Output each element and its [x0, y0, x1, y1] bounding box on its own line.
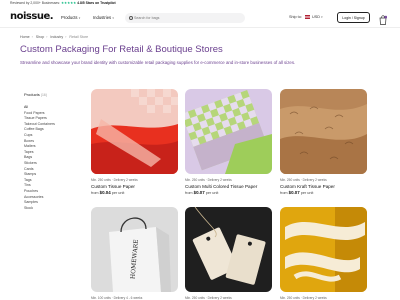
site-header: noissue. Products ▾ Industries ▾ Search … — [0, 7, 400, 28]
product-image-bag[interactable]: HOMEWARE — [91, 207, 178, 292]
price-unit: per unit — [300, 191, 314, 196]
chevron-down-icon: ▾ — [112, 16, 114, 20]
nav-products[interactable]: Products ▾ — [61, 15, 80, 20]
trust-prefix: Reviewed by 2,000+ Businesses: — [10, 1, 61, 5]
price-prefix: from — [91, 191, 99, 196]
product-price: from $0.04 per unit — [91, 190, 178, 195]
trust-bar: Reviewed by 2,000+ Businesses: ★★★★★ 4.8… — [0, 0, 400, 7]
price-value: $0.07 — [193, 190, 205, 196]
product-card[interactable]: HOMEWARE Min. 100 units · Delivery 4 - 6… — [91, 207, 178, 300]
breadcrumb-home[interactable]: Home — [20, 35, 30, 39]
product-meta: Min. 100 units · Delivery 4 - 6 weeks — [91, 296, 143, 300]
product-card[interactable]: Min. 250 units · Delivery 2 weeks Custom… — [91, 89, 178, 195]
product-image-multicolor-tissue[interactable] — [185, 89, 272, 174]
page-description: Streamline and showcase your brand ident… — [20, 60, 296, 65]
category-sidebar: Products (16) All Food Papers Tissue Pap… — [24, 92, 79, 211]
product-card[interactable]: Min. 250 units · Delivery 2 weeks — [185, 207, 272, 300]
price-value: $0.04 — [99, 190, 111, 196]
nav-industries[interactable]: Industries ▾ — [93, 15, 114, 20]
trust-rating[interactable]: 4.8/5 Stars on Trustpilot — [77, 1, 115, 5]
ship-to-label: Ship to: — [289, 15, 302, 19]
search-icon — [129, 15, 133, 20]
search-placeholder: Search for bags — [134, 16, 160, 20]
nav-industries-label: Industries — [93, 15, 112, 20]
cart-icon[interactable] — [379, 12, 388, 25]
product-price: from $0.07 per unit — [185, 190, 272, 195]
trust-stars: ★★★★★ — [61, 1, 77, 5]
price-prefix: from — [280, 191, 288, 196]
search-input[interactable]: Search for bags — [125, 13, 245, 23]
price-prefix: from — [185, 191, 193, 196]
price-unit: per unit — [111, 191, 125, 196]
product-card[interactable]: Min. 250 units · Delivery 2 weeks Custom… — [280, 89, 367, 195]
nav-products-label: Products — [61, 15, 78, 20]
sidebar-heading: Products (16) — [24, 92, 79, 97]
product-meta: Min. 250 units · Delivery 2 weeks — [91, 178, 138, 182]
price-unit: per unit — [205, 191, 219, 196]
product-image-kraft-tissue[interactable] — [280, 89, 367, 174]
sidebar-count: (16) — [40, 93, 47, 97]
breadcrumb-shop[interactable]: Shop — [36, 35, 44, 39]
product-name[interactable]: Custom Kraft Tissue Paper — [280, 184, 367, 189]
price-value: $0.07 — [288, 190, 300, 196]
breadcrumb-industry[interactable]: Industry — [50, 35, 63, 39]
sidebar-heading-label: Products — [24, 92, 40, 97]
flag-us-icon — [304, 15, 310, 19]
ship-to-selector[interactable]: Ship to: USD ▾ — [289, 15, 323, 19]
product-image-tissue[interactable] — [91, 89, 178, 174]
product-name[interactable]: Custom Tissue Paper — [91, 184, 178, 189]
currency-value: USD — [312, 15, 321, 19]
breadcrumb: Home › Shop › Industry › Retail Store — [20, 35, 89, 39]
product-name[interactable]: Custom Multi Colored Tissue Paper — [185, 184, 272, 189]
logo[interactable]: noissue. — [10, 11, 54, 22]
chevron-down-icon: ▾ — [321, 15, 323, 19]
product-card[interactable]: Min. 250 units · Delivery 2 weeks Custom… — [185, 89, 272, 195]
breadcrumb-current: Retail Store — [69, 35, 89, 39]
login-button[interactable]: Login / Signup — [337, 12, 370, 23]
product-meta: Min. 250 units · Delivery 2 weeks — [280, 296, 327, 300]
chevron-down-icon: ▾ — [78, 16, 81, 20]
product-card[interactable]: Min. 250 units · Delivery 2 weeks — [280, 207, 367, 300]
sidebar-item-stock[interactable]: Stock — [24, 206, 79, 212]
product-meta: Min. 250 units · Delivery 2 weeks — [280, 178, 327, 182]
product-price: from $0.07 per unit — [280, 190, 367, 195]
product-meta: Min. 250 units · Delivery 2 weeks — [185, 296, 232, 300]
product-image-ribbon[interactable] — [280, 207, 367, 292]
page-title: Custom Packaging For Retail & Boutique S… — [20, 44, 223, 55]
product-image-tags[interactable] — [185, 207, 272, 292]
product-meta: Min. 250 units · Delivery 2 weeks — [185, 178, 232, 182]
